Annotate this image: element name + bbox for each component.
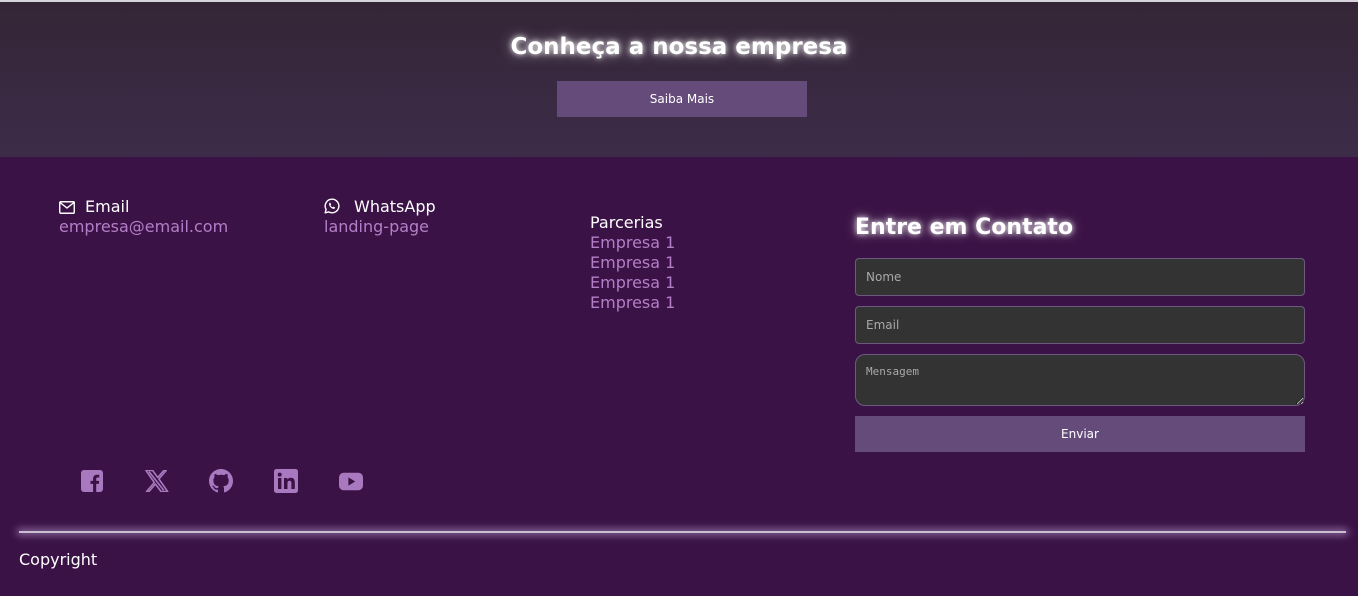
partner-link[interactable]: Empresa 1 <box>590 293 675 313</box>
email-link[interactable]: empresa@email.com <box>59 217 228 237</box>
learn-more-button[interactable]: Saiba Mais <box>557 81 807 117</box>
partner-link[interactable]: Empresa 1 <box>590 253 675 273</box>
hero-section: Conheça a nossa empresa Saiba Mais <box>0 2 1358 157</box>
partners-heading: Parcerias <box>590 213 663 232</box>
partner-link[interactable]: Empresa 1 <box>590 273 675 293</box>
youtube-icon[interactable] <box>339 469 363 493</box>
whatsapp-heading: WhatsApp <box>324 197 436 219</box>
whatsapp-link[interactable]: landing-page <box>324 217 429 237</box>
footer-divider <box>19 531 1346 533</box>
email-label: Email <box>85 197 130 216</box>
name-field[interactable] <box>855 258 1305 296</box>
message-field[interactable] <box>855 354 1305 406</box>
whatsapp-label: WhatsApp <box>354 197 436 216</box>
github-icon[interactable] <box>209 469 233 493</box>
x-icon[interactable] <box>145 469 169 493</box>
email-heading: Email <box>59 197 129 219</box>
contact-form-title: Entre em Contato <box>855 215 1074 240</box>
envelope-icon <box>59 199 75 219</box>
facebook-icon[interactable] <box>80 469 104 493</box>
footer: Email empresa@email.com WhatsApp landing… <box>0 157 1358 596</box>
partner-link[interactable]: Empresa 1 <box>590 233 675 253</box>
send-button[interactable]: Enviar <box>855 416 1305 452</box>
copyright-text: Copyright <box>19 550 98 569</box>
hero-title: Conheça a nossa empresa <box>510 34 848 60</box>
email-field[interactable] <box>855 306 1305 344</box>
whatsapp-icon <box>324 198 340 219</box>
linkedin-icon[interactable] <box>274 469 298 493</box>
